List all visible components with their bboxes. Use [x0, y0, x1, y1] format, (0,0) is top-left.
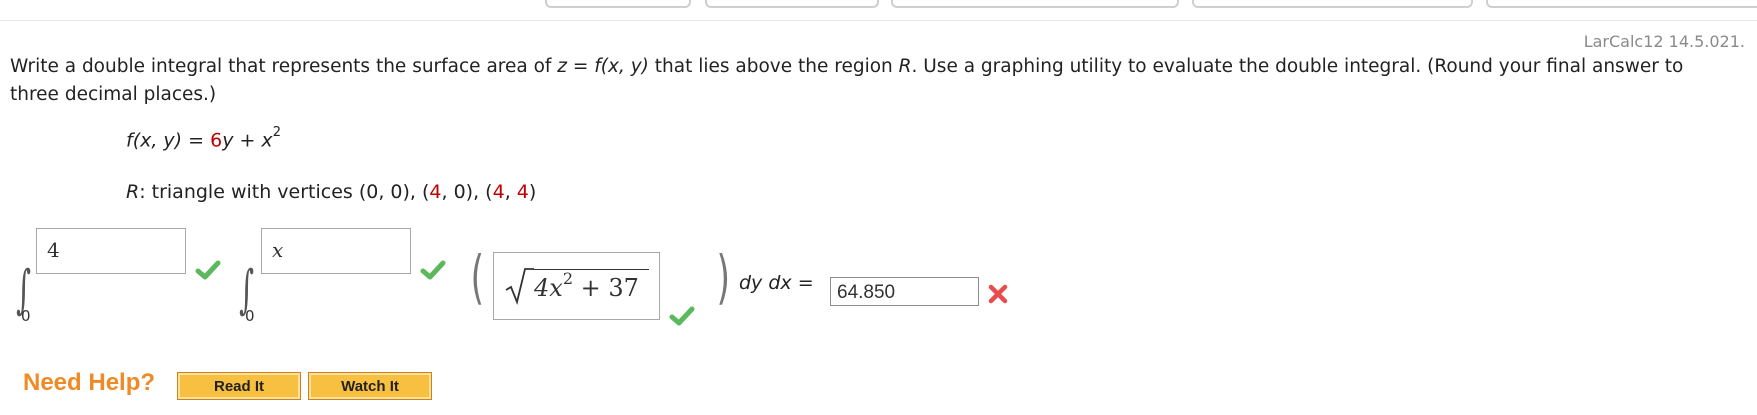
- outer-upper-limit-input[interactable]: 4: [36, 228, 186, 274]
- top-tab-5[interactable]: [1486, 0, 1757, 8]
- sqrt-bar: [533, 269, 649, 270]
- problem-reference: LarCalc12 14.5.021.: [1583, 32, 1745, 51]
- differentials: dy dx =: [739, 272, 814, 294]
- outer-lower-limit: 0: [21, 307, 31, 325]
- need-help-label: Need Help?: [23, 369, 156, 396]
- read-it-button[interactable]: Read It: [177, 372, 301, 400]
- integrand-input[interactable]: 4x2 + 37: [493, 252, 660, 320]
- right-paren: ): [716, 243, 731, 311]
- top-divider: [0, 20, 1757, 21]
- region-definition: R: triangle with vertices (0, 0), (4, 0)…: [126, 181, 537, 203]
- check-icon: [669, 306, 695, 326]
- left-paren: (: [470, 243, 485, 311]
- top-tab-1[interactable]: [545, 0, 691, 8]
- cross-icon: [988, 284, 1008, 304]
- check-icon: [195, 260, 221, 280]
- inner-upper-limit-input[interactable]: x: [261, 228, 411, 274]
- integrand-expression: 4x2 + 37: [534, 269, 639, 302]
- function-definition: f(x, y) = 6y + x2: [126, 125, 281, 152]
- top-tab-2[interactable]: [705, 0, 879, 8]
- inner-lower-limit: 0: [245, 307, 255, 325]
- question-text: Write a double integral that represents …: [10, 56, 1684, 105]
- top-tab-3[interactable]: [891, 0, 1179, 8]
- sqrt-sign-icon: [505, 268, 534, 305]
- check-icon: [420, 260, 446, 280]
- top-tab-4[interactable]: [1192, 0, 1473, 8]
- answer-input[interactable]: 64.850: [830, 277, 979, 306]
- watch-it-button[interactable]: Watch It: [308, 372, 432, 400]
